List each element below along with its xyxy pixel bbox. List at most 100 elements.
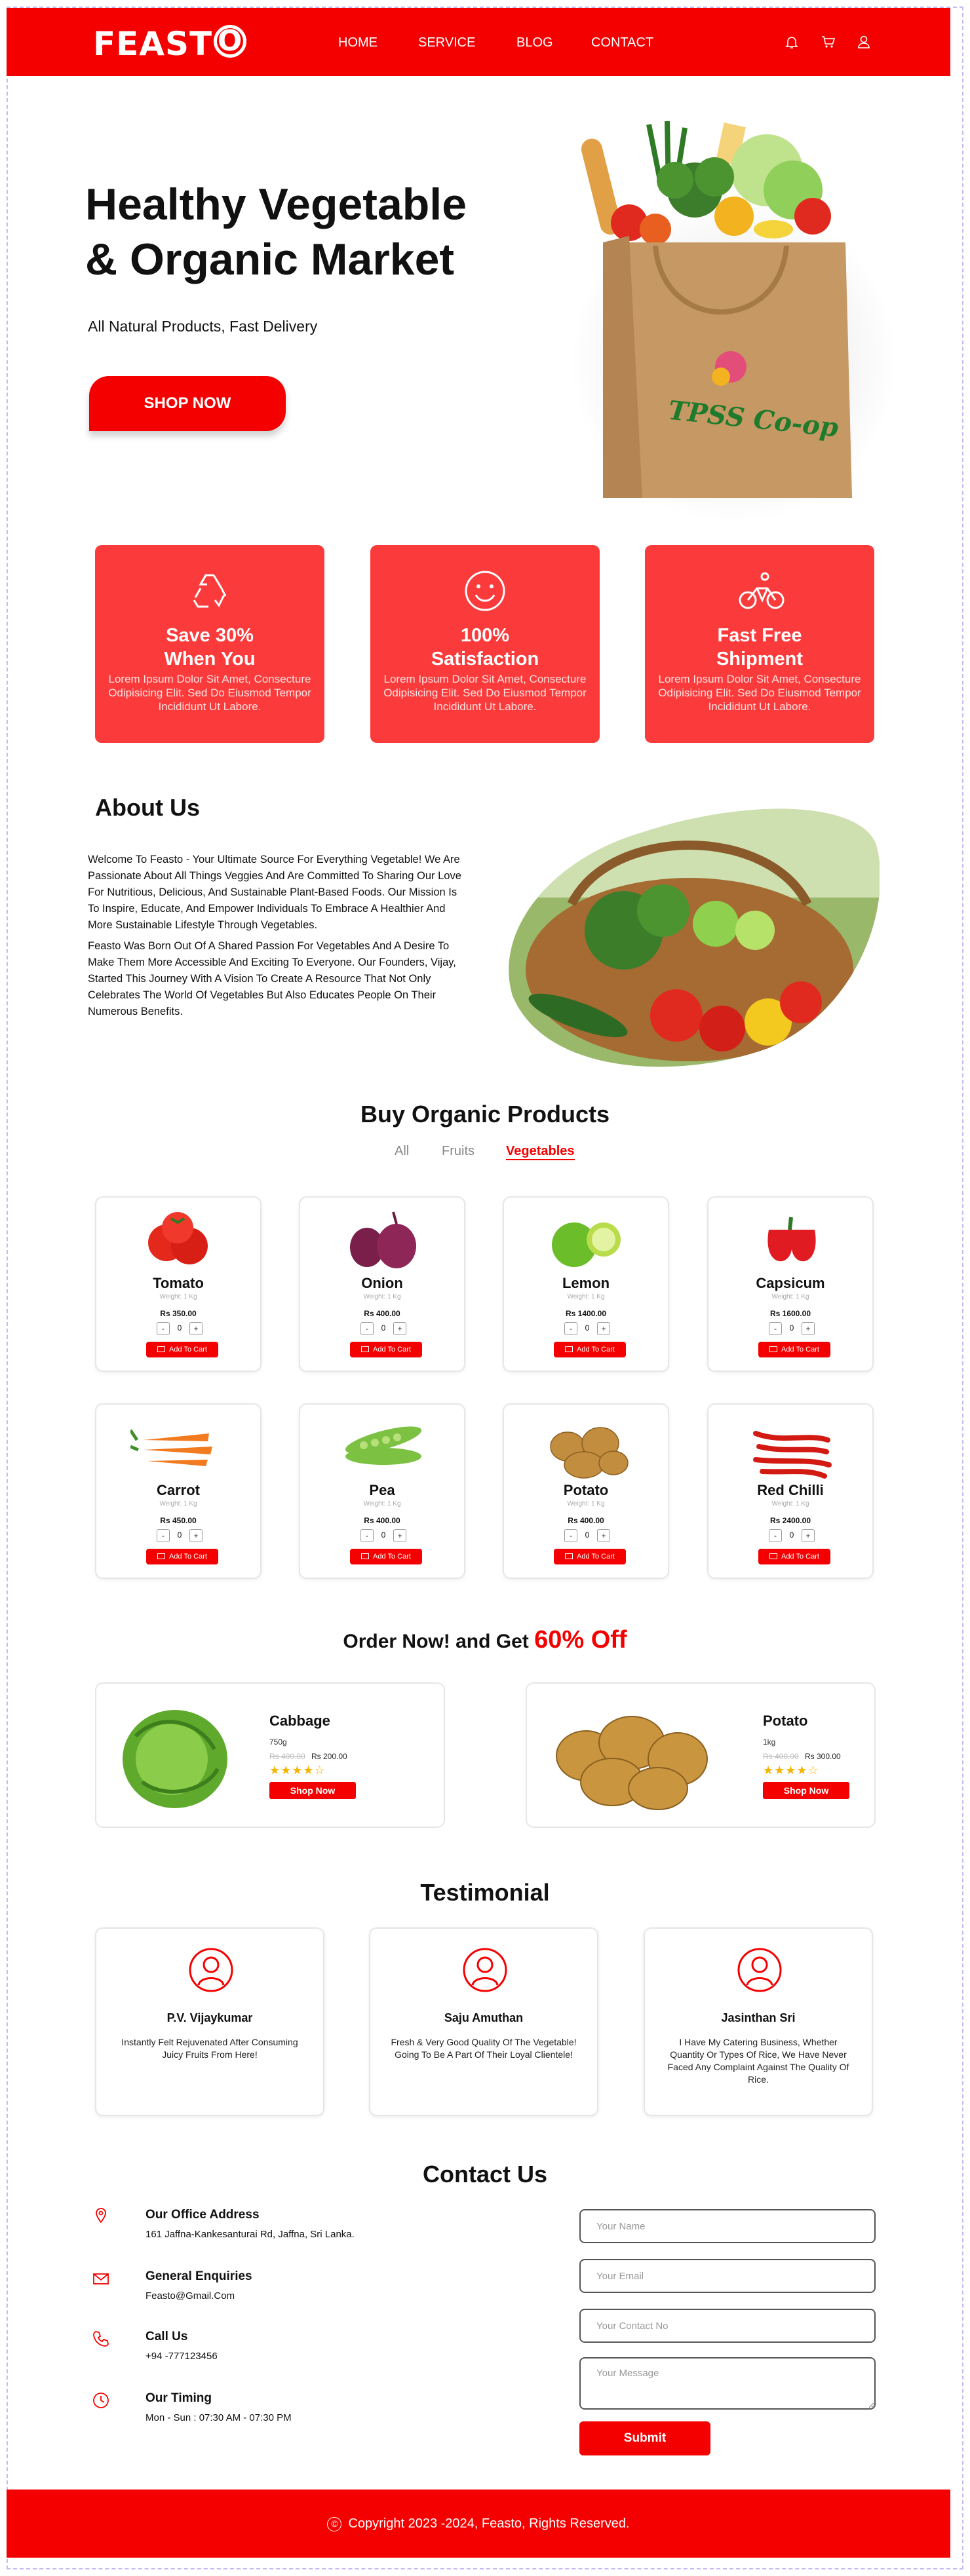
product-image xyxy=(130,1429,212,1466)
tab-fruits[interactable]: Fruits xyxy=(442,1144,475,1159)
nav-home[interactable]: HOME xyxy=(338,35,378,50)
product-weight: Weight: 1 Kg xyxy=(771,1293,809,1300)
products-title: Buy Organic Products xyxy=(360,1101,610,1127)
cart-icon xyxy=(565,1346,573,1352)
about-paragraph-1: Welcome To Feasto - Your Ultimate Source… xyxy=(88,854,461,931)
bicycle-icon xyxy=(739,572,785,609)
product-card-red-chilli: Red Chilli Weight: 1 Kg Rs 2400.00 -0 + Add T… xyxy=(707,1403,874,1579)
timing-title: Our Timing xyxy=(146,2391,212,2405)
email-input[interactable] xyxy=(579,2259,876,2293)
increment-button[interactable]: + xyxy=(189,1529,203,1542)
product-name: Red Chilli xyxy=(757,1482,824,1498)
quantity-value: 0 xyxy=(381,1323,386,1333)
product-image xyxy=(767,1217,816,1262)
vegetable-basket-image xyxy=(509,808,880,1067)
decrement-button[interactable]: - xyxy=(769,1529,782,1542)
product-weight: Weight: 1 Kg xyxy=(363,1293,401,1300)
product-price: Rs 400.00 xyxy=(568,1516,604,1525)
increment-button[interactable]: + xyxy=(393,1529,406,1542)
enquiries-value[interactable]: Feasto@Gmail.Com xyxy=(146,2290,235,2301)
cart-icon xyxy=(769,1553,778,1559)
product-name: Lemon xyxy=(562,1275,610,1291)
add-to-cart-button[interactable]: Add To Cart xyxy=(350,1342,422,1357)
product-card-potato: Potato Weight: 1 Kg Rs 400.00 -0 + Add To Car… xyxy=(503,1403,669,1579)
shop-now-button[interactable]: SHOP NOW xyxy=(89,376,286,431)
submit-button[interactable]: Submit xyxy=(579,2421,710,2455)
offer-card-potato: Potato 1kg Rs 400.00 Rs 300.00 ★★★★☆ Sho… xyxy=(526,1682,876,1828)
product-name: Carrot xyxy=(156,1482,200,1498)
quantity-value: 0 xyxy=(381,1530,386,1540)
decrement-button[interactable]: - xyxy=(769,1322,782,1335)
testimonial-title: Testimonial xyxy=(420,1879,550,1906)
rating-stars: ★★★★☆ xyxy=(763,1764,819,1777)
tab-vegetables[interactable]: Vegetables xyxy=(506,1144,575,1160)
product-price: Rs 400.00 xyxy=(364,1516,400,1525)
cart-icon xyxy=(361,1346,370,1352)
increment-button[interactable]: + xyxy=(802,1529,815,1542)
quantity-stepper: -0 + xyxy=(360,1322,406,1335)
enquiries-title: General Enquiries xyxy=(146,2269,252,2283)
cart-icon xyxy=(157,1346,166,1352)
timing-value: Mon - Sun : 07:30 AM - 07:30 PM xyxy=(146,2412,292,2423)
nav-blog[interactable]: BLOG xyxy=(516,35,553,50)
increment-button[interactable]: + xyxy=(802,1322,815,1335)
nav-contact[interactable]: CONTACT xyxy=(591,35,653,50)
user-avatar-icon xyxy=(737,1948,782,1992)
decrement-button[interactable]: - xyxy=(360,1529,374,1542)
about-title: About Us xyxy=(95,794,200,821)
increment-button[interactable]: + xyxy=(597,1529,610,1542)
decrement-button[interactable]: - xyxy=(564,1529,577,1542)
feature-card-satisfaction: 100% Satisfaction Lorem Ipsum Dolor Sit A… xyxy=(370,545,600,743)
contact-title: Contact Us xyxy=(422,2161,548,2188)
product-card-carrot: Carrot Weight: 1 Kg Rs 450.00 -0 + Add To Car… xyxy=(95,1403,262,1579)
quantity-value: 0 xyxy=(177,1530,182,1540)
shop-now-button[interactable]: Shop Now xyxy=(269,1782,356,1799)
add-to-cart-button[interactable]: Add To Cart xyxy=(146,1549,218,1564)
add-to-cart-button[interactable]: Add To Cart xyxy=(350,1549,422,1564)
cart-icon xyxy=(157,1553,166,1559)
decrement-button[interactable]: - xyxy=(360,1322,374,1335)
brand-logo[interactable]: FEAST O xyxy=(93,25,247,63)
increment-button[interactable]: + xyxy=(189,1322,203,1335)
name-input[interactable] xyxy=(579,2209,876,2243)
product-weight: Weight: 1 Kg xyxy=(363,1500,401,1507)
increment-button[interactable]: + xyxy=(393,1322,406,1335)
mail-icon xyxy=(93,2273,109,2284)
nav-service[interactable]: SERVICE xyxy=(418,35,475,50)
product-image xyxy=(753,1431,832,1479)
decrement-button[interactable]: - xyxy=(157,1529,170,1542)
testimonial-card: Saju Amuthan Fresh & Very Good Quality O… xyxy=(369,1927,598,2116)
product-price: Rs 2400.00 xyxy=(769,1516,811,1525)
product-weight: Weight: 1 Kg xyxy=(567,1293,605,1300)
decrement-button[interactable]: - xyxy=(564,1322,577,1335)
add-to-cart-button[interactable]: Add To Cart xyxy=(758,1549,830,1564)
top-navbar: FEAST O HOME SERVICE BLOG CONTACT xyxy=(7,8,950,76)
message-textarea[interactable] xyxy=(579,2357,876,2410)
decrement-button[interactable]: - xyxy=(157,1322,170,1335)
tab-all[interactable]: All xyxy=(395,1144,409,1159)
call-value[interactable]: +94 -777123456 xyxy=(146,2351,218,2362)
about-paragraph-2: Feasto Was Born Out Of A Shared Passion … xyxy=(88,940,456,1017)
product-price: Rs 450.00 xyxy=(160,1516,197,1525)
add-to-cart-button[interactable]: Add To Cart xyxy=(554,1549,626,1564)
add-to-cart-button[interactable]: Add To Cart xyxy=(554,1342,626,1357)
bell-icon[interactable] xyxy=(784,34,800,50)
copyright-text: Copyright 2023 -2024, Feasto, Rights Res… xyxy=(348,2516,630,2531)
phone-icon xyxy=(93,2331,109,2347)
contact-number-input[interactable] xyxy=(579,2309,876,2343)
quantity-stepper: -0 + xyxy=(564,1529,610,1542)
product-card-tomato: Tomato Weight: 1 Kg Rs 350.00 -0 + Add To Car… xyxy=(95,1196,262,1372)
product-image xyxy=(345,1426,422,1465)
quantity-stepper: -0 + xyxy=(157,1322,203,1335)
add-to-cart-button[interactable]: Add To Cart xyxy=(758,1342,830,1357)
quantity-value: 0 xyxy=(585,1323,590,1333)
product-card-onion: Onion Weight: 1 Kg Rs 400.00 -0 + Add To Cart xyxy=(299,1196,465,1372)
add-to-cart-button[interactable]: Add To Cart xyxy=(146,1342,218,1357)
rating-stars: ★★★★☆ xyxy=(269,1764,326,1777)
cart-icon[interactable] xyxy=(821,34,836,50)
shop-now-button[interactable]: Shop Now xyxy=(763,1782,849,1799)
product-name: Onion xyxy=(361,1275,403,1291)
increment-button[interactable]: + xyxy=(597,1322,610,1335)
product-image xyxy=(550,1427,629,1479)
user-icon[interactable] xyxy=(856,34,872,50)
